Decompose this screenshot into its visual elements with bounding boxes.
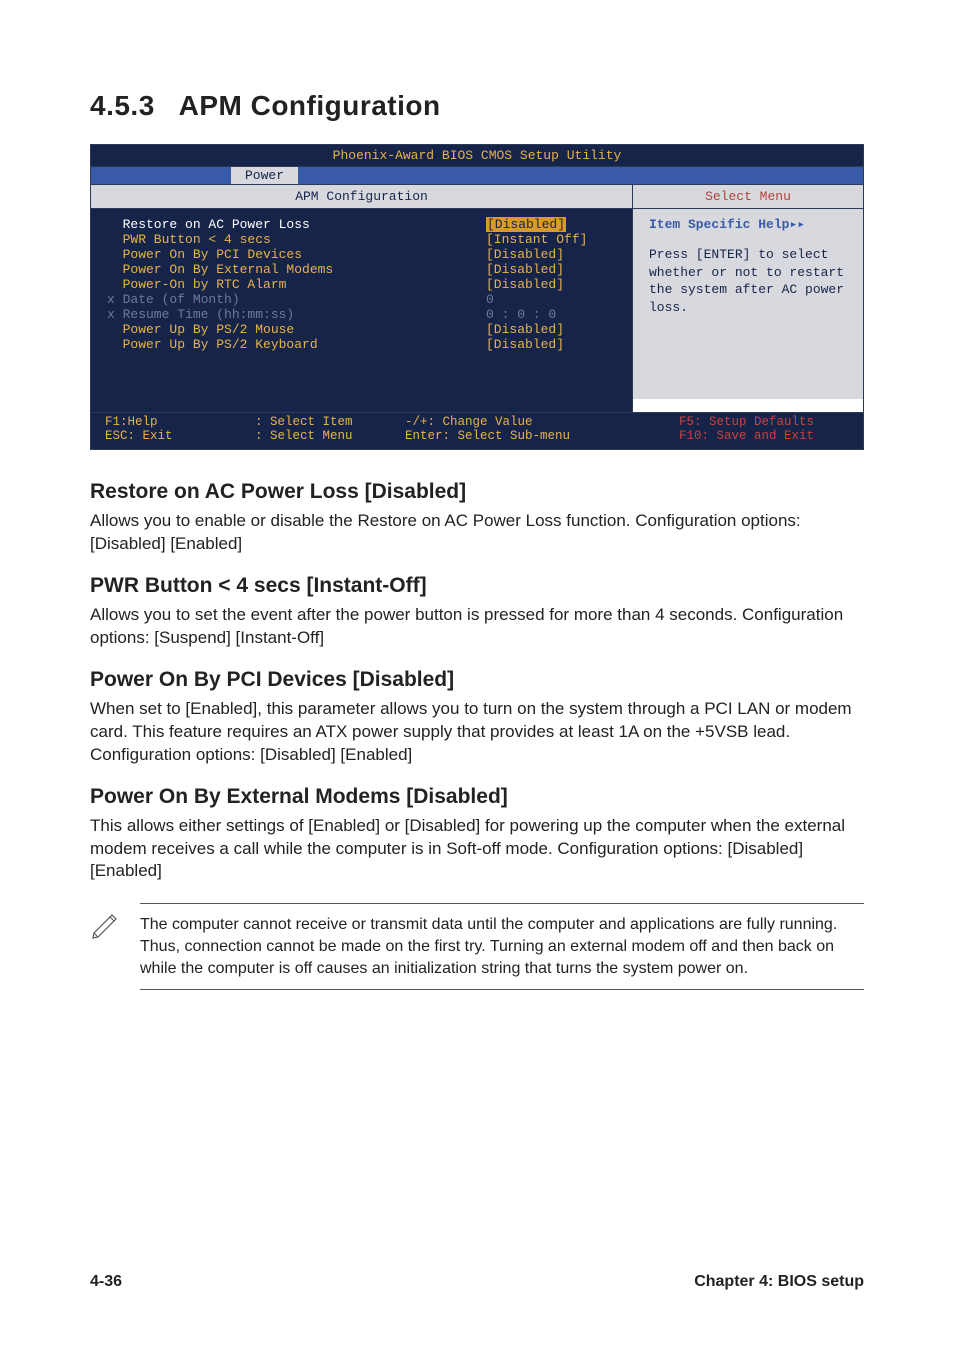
bios-setting-row: Power On By External Modems[Disabled] [107, 262, 616, 277]
note-callout: The computer cannot receive or transmit … [90, 903, 864, 990]
bios-setting-value: [Instant Off] [486, 232, 616, 247]
section-title-text: APM Configuration [179, 90, 441, 121]
pencil-note-icon [90, 903, 140, 946]
page-number: 4-36 [90, 1273, 122, 1291]
setting-description: Allows you to enable or disable the Rest… [90, 510, 864, 556]
bios-title: Phoenix-Award BIOS CMOS Setup Utility [91, 145, 863, 167]
bios-setting-label: Power-On by RTC Alarm [107, 277, 486, 292]
bios-help-title: Item Specific Help▸▸ [649, 217, 847, 232]
page-footer: 4-36 Chapter 4: BIOS setup [90, 1273, 864, 1291]
bios-setting-value: 0 : 0 : 0 [486, 307, 616, 322]
chapter-label: Chapter 4: BIOS setup [694, 1273, 864, 1291]
bios-setting-row: Power On By PCI Devices[Disabled] [107, 247, 616, 262]
setting-heading: Power On By External Modems [Disabled] [90, 785, 864, 809]
note-text: The computer cannot receive or transmit … [140, 903, 864, 990]
bios-setting-value: [Disabled] [486, 337, 616, 352]
setting-heading: PWR Button < 4 secs [Instant-Off] [90, 574, 864, 598]
setting-description: This allows either settings of [Enabled]… [90, 815, 864, 884]
bios-tab-power: Power [231, 167, 298, 184]
bios-setting-row: Power Up By PS/2 Mouse[Disabled] [107, 322, 616, 337]
section-number: 4.5.3 [90, 90, 155, 121]
bios-left-header: APM Configuration [91, 185, 632, 209]
bios-setting-row: x Resume Time (hh:mm:ss)0 : 0 : 0 [107, 307, 616, 322]
bios-setting-row: x Date (of Month) 0 [107, 292, 616, 307]
bios-setting-row: Power-On by RTC Alarm[Disabled] [107, 277, 616, 292]
bios-setting-value: [Disabled] [486, 247, 616, 262]
setting-heading: Power On By PCI Devices [Disabled] [90, 668, 864, 692]
bios-setting-label: Power Up By PS/2 Mouse [107, 322, 486, 337]
bios-setting-value: [Disabled] [486, 277, 616, 292]
bios-setting-label: Power On By External Modems [107, 262, 486, 277]
bios-setting-value: [Disabled] [486, 322, 616, 337]
bios-setting-value: [Disabled] [486, 262, 616, 277]
bios-footer: F1:HelpESC: Exit : Select Item: Select M… [91, 412, 863, 449]
setting-heading: Restore on AC Power Loss [Disabled] [90, 480, 864, 504]
bios-setting-value: 0 [486, 292, 616, 307]
bios-setting-row: PWR Button < 4 secs[Instant Off] [107, 232, 616, 247]
bios-screenshot: Phoenix-Award BIOS CMOS Setup Utility Po… [90, 144, 864, 450]
bios-help-body: Press [ENTER] to select whether or not t… [649, 246, 847, 316]
bios-left-pane: APM Configuration Restore on AC Power Lo… [91, 185, 633, 412]
bios-setting-row: Power Up By PS/2 Keyboard[Disabled] [107, 337, 616, 352]
setting-description: When set to [Enabled], this parameter al… [90, 698, 864, 767]
setting-description: Allows you to set the event after the po… [90, 604, 864, 650]
bios-setting-label: Restore on AC Power Loss [107, 217, 486, 232]
bios-setting-label: PWR Button < 4 secs [107, 232, 486, 247]
bios-menu-bar: Power [91, 167, 863, 185]
bios-setting-label: x Date (of Month) [107, 292, 486, 307]
section-heading: 4.5.3 APM Configuration [90, 90, 864, 122]
bios-setting-label: x Resume Time (hh:mm:ss) [107, 307, 516, 322]
double-arrow-icon: ▸▸ [789, 217, 805, 232]
bios-setting-label: Power Up By PS/2 Keyboard [107, 337, 486, 352]
bios-setting-row: Restore on AC Power Loss[Disabled] [107, 217, 616, 232]
bios-setting-label: Power On By PCI Devices [107, 247, 486, 262]
bios-setting-value: [Disabled] [486, 217, 616, 232]
bios-right-pane: Select Menu Item Specific Help▸▸ Press [… [633, 185, 863, 412]
bios-right-header: Select Menu [633, 185, 863, 209]
